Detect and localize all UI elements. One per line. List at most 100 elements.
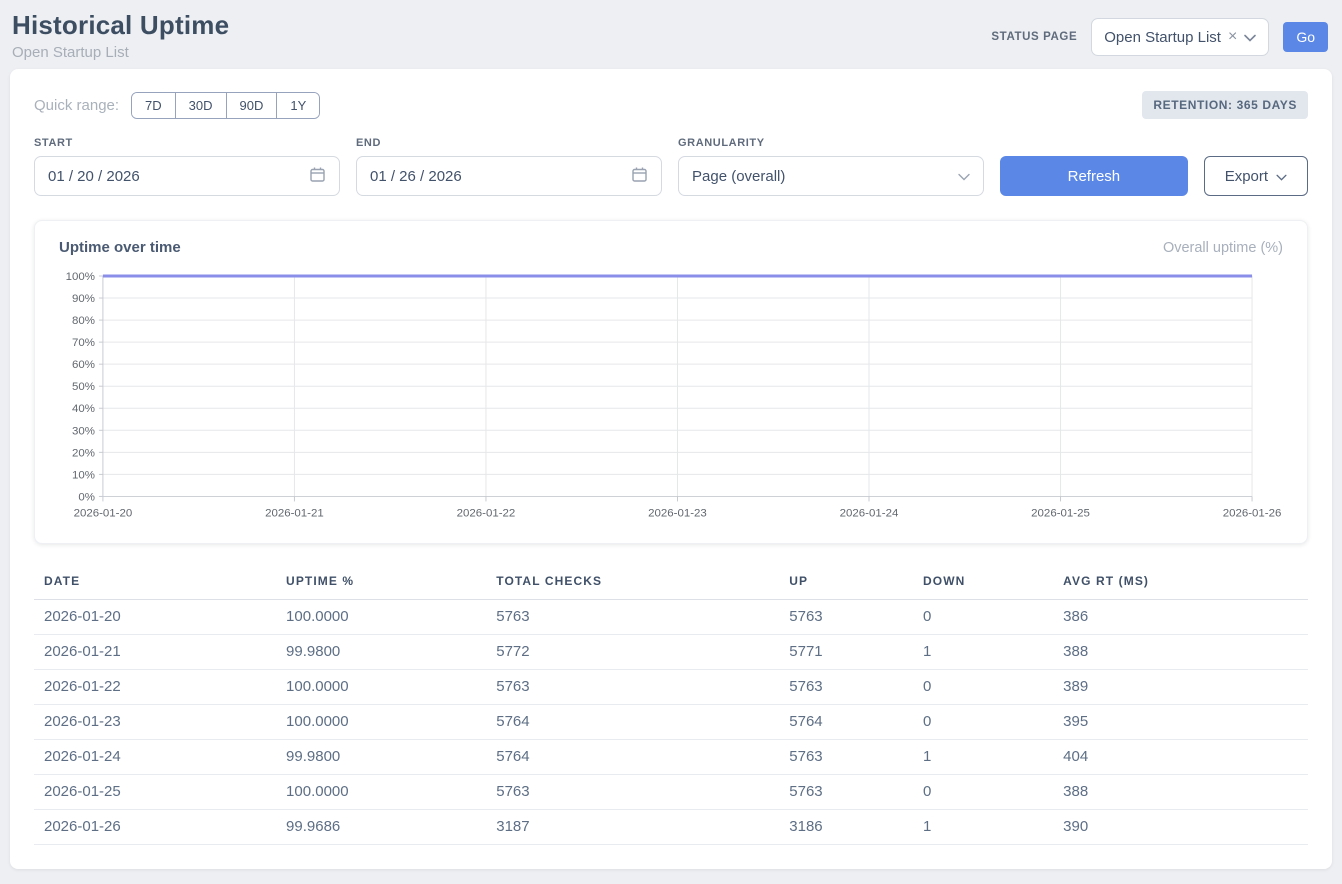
end-date-label: END — [356, 137, 662, 149]
chart-header: Uptime over time Overall uptime (%) — [59, 239, 1283, 256]
quick-range-90d[interactable]: 90D — [226, 93, 277, 118]
table-cell: 5771 — [779, 635, 913, 670]
start-date-input[interactable]: 01 / 20 / 2026 — [34, 156, 340, 196]
chevron-down-icon — [1276, 168, 1287, 185]
table-cell: 3187 — [486, 810, 779, 845]
refresh-button[interactable]: Refresh — [1000, 156, 1188, 196]
table-col-header: AVG RT (MS) — [1053, 566, 1308, 600]
table-cell: 5763 — [486, 670, 779, 705]
chart-card: Uptime over time Overall uptime (%) 0% 10… — [34, 220, 1308, 544]
table-col-header: TOTAL CHECKS — [486, 566, 779, 600]
table-cell: 5772 — [486, 635, 779, 670]
calendar-icon — [631, 166, 648, 187]
svg-text:2026-01-23: 2026-01-23 — [648, 507, 707, 519]
table-cell: 100.0000 — [276, 705, 486, 740]
table-cell: 99.9800 — [276, 635, 486, 670]
table-col-header: DOWN — [913, 566, 1053, 600]
table-cell: 100.0000 — [276, 600, 486, 635]
start-date-field-group: START 01 / 20 / 2026 — [34, 137, 340, 196]
table-row: 2026-01-2499.9800576457631404 — [34, 740, 1308, 775]
svg-text:2026-01-25: 2026-01-25 — [1031, 507, 1090, 519]
quick-range-left: Quick range: 7D30D90D1Y — [34, 92, 320, 119]
export-label: Export — [1225, 168, 1268, 185]
table-row: 2026-01-23100.0000576457640395 — [34, 705, 1308, 740]
clear-icon[interactable]: × — [1228, 29, 1237, 45]
table-row: 2026-01-2699.9686318731861390 — [34, 810, 1308, 845]
table-col-header: UPTIME % — [276, 566, 486, 600]
table-cell: 5764 — [779, 705, 913, 740]
page-subtitle: Open Startup List — [12, 44, 229, 61]
table-cell: 2026-01-20 — [34, 600, 276, 635]
table-row: 2026-01-20100.0000576357630386 — [34, 600, 1308, 635]
header-controls: STATUS PAGE Open Startup List × Go — [991, 18, 1328, 56]
retention-badge: RETENTION: 365 DAYS — [1142, 91, 1308, 119]
filters-row: START 01 / 20 / 2026 END 01 / 26 / 2026 — [34, 137, 1308, 196]
table-cell: 0 — [913, 600, 1053, 635]
svg-text:90%: 90% — [72, 293, 95, 305]
start-date-value: 01 / 20 / 2026 — [48, 168, 309, 185]
table-cell: 0 — [913, 670, 1053, 705]
table-cell: 5763 — [486, 600, 779, 635]
go-button[interactable]: Go — [1283, 22, 1328, 52]
svg-text:2026-01-21: 2026-01-21 — [265, 507, 324, 519]
table-cell: 390 — [1053, 810, 1308, 845]
table-cell: 2026-01-26 — [34, 810, 276, 845]
uptime-line-chart-svg: 0%10%20%30%40%50%60%70%80%90%100%2026-01… — [59, 270, 1283, 527]
calendar-icon — [309, 166, 326, 187]
table-cell: 5763 — [486, 775, 779, 810]
chevron-down-icon — [1244, 29, 1256, 46]
table-col-header: UP — [779, 566, 913, 600]
status-page-label: STATUS PAGE — [991, 31, 1077, 43]
table-cell: 3186 — [779, 810, 913, 845]
svg-text:30%: 30% — [72, 425, 95, 437]
quick-range-label: Quick range: — [34, 97, 119, 114]
table-cell: 389 — [1053, 670, 1308, 705]
granularity-value: Page (overall) — [692, 168, 958, 185]
quick-range-30d[interactable]: 30D — [175, 93, 226, 118]
quick-range-1y[interactable]: 1Y — [276, 93, 319, 118]
table-row: 2026-01-2199.9800577257711388 — [34, 635, 1308, 670]
svg-text:40%: 40% — [72, 403, 95, 415]
table-cell: 2026-01-24 — [34, 740, 276, 775]
table-cell: 100.0000 — [276, 775, 486, 810]
table-cell: 99.9686 — [276, 810, 486, 845]
granularity-select[interactable]: Page (overall) — [678, 156, 984, 196]
table-header-row: DATEUPTIME %TOTAL CHECKSUPDOWNAVG RT (MS… — [34, 566, 1308, 600]
table-cell: 386 — [1053, 600, 1308, 635]
export-button[interactable]: Export — [1204, 156, 1308, 196]
svg-text:60%: 60% — [72, 359, 95, 371]
table-cell: 5763 — [779, 600, 913, 635]
svg-text:10%: 10% — [72, 469, 95, 481]
svg-text:100%: 100% — [66, 271, 95, 283]
table-cell: 5763 — [779, 670, 913, 705]
page-header: Historical Uptime Open Startup List STAT… — [0, 0, 1342, 69]
quick-range-7d[interactable]: 7D — [132, 93, 175, 118]
quick-range-row: Quick range: 7D30D90D1Y RETENTION: 365 D… — [34, 91, 1308, 119]
svg-text:2026-01-20: 2026-01-20 — [74, 507, 133, 519]
end-date-field-group: END 01 / 26 / 2026 — [356, 137, 662, 196]
svg-text:2026-01-26: 2026-01-26 — [1223, 507, 1282, 519]
chart-title: Uptime over time — [59, 239, 181, 256]
quick-range-group: 7D30D90D1Y — [131, 92, 320, 119]
granularity-label: GRANULARITY — [678, 137, 984, 149]
table-cell: 404 — [1053, 740, 1308, 775]
table-cell: 1 — [913, 740, 1053, 775]
table-cell: 2026-01-25 — [34, 775, 276, 810]
svg-text:0%: 0% — [78, 491, 95, 503]
table-cell: 99.9800 — [276, 740, 486, 775]
svg-text:2026-01-24: 2026-01-24 — [840, 507, 899, 519]
table-cell: 2026-01-22 — [34, 670, 276, 705]
status-page-select[interactable]: Open Startup List × — [1091, 18, 1269, 56]
table-cell: 1 — [913, 635, 1053, 670]
title-block: Historical Uptime Open Startup List — [12, 10, 229, 61]
end-date-input[interactable]: 01 / 26 / 2026 — [356, 156, 662, 196]
table-cell: 1 — [913, 810, 1053, 845]
table-cell: 5764 — [486, 740, 779, 775]
chevron-down-icon — [958, 168, 970, 185]
table-cell: 2026-01-23 — [34, 705, 276, 740]
uptime-table: DATEUPTIME %TOTAL CHECKSUPDOWNAVG RT (MS… — [34, 566, 1308, 845]
end-date-value: 01 / 26 / 2026 — [370, 168, 631, 185]
table-cell: 5764 — [486, 705, 779, 740]
svg-text:70%: 70% — [72, 337, 95, 349]
status-page-value: Open Startup List — [1104, 29, 1221, 46]
